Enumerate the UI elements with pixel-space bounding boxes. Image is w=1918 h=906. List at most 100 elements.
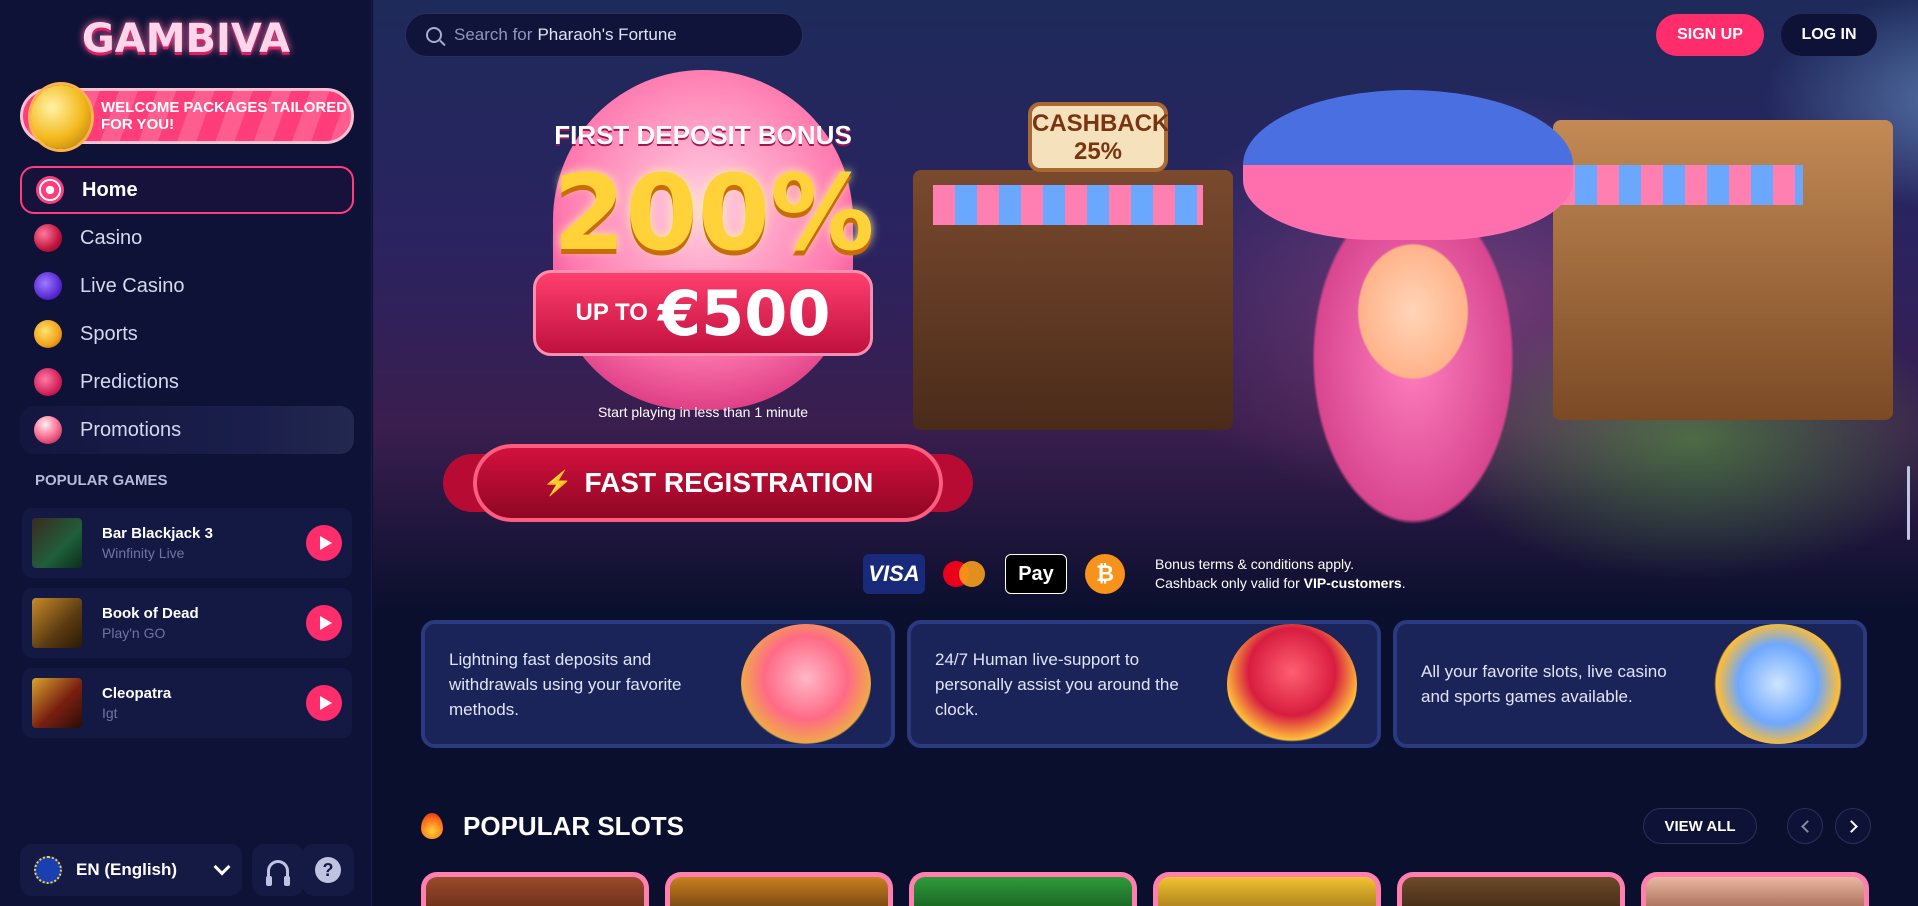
search-prefix: Search for (454, 25, 533, 44)
payment-methods: VISA Pay ₿ Bonus terms & conditions appl… (863, 554, 1406, 594)
nav-item-sports[interactable]: Sports (20, 310, 354, 358)
game-provider: Igt (102, 705, 118, 721)
nav-item-live-casino[interactable]: Live Casino (20, 262, 354, 310)
main-nav: Home Casino Live Casino Sports Predictio… (20, 166, 354, 454)
log-in-button[interactable]: LOG IN (1781, 14, 1877, 56)
bonus-subtext: Start playing in less than 1 minute (597, 404, 809, 420)
chevron-down-icon (213, 858, 231, 876)
nav-item-home[interactable]: Home (20, 166, 354, 214)
popular-slots-title: POPULAR SLOTS (463, 810, 685, 841)
nav-item-label: Live Casino (80, 274, 185, 297)
terms-line1: Bonus terms & conditions apply. (1155, 556, 1354, 572)
help-button[interactable]: ? (302, 844, 354, 896)
lightning-icon: ⚡ (542, 469, 573, 497)
bonus-terms-note: Bonus terms & conditions apply. Cashback… (1155, 555, 1406, 593)
bonus-ribbon: UP TO €500 (533, 270, 873, 356)
bonus-heading: FIRST DEPOSIT BONUS (554, 120, 852, 150)
scrollbar[interactable] (1907, 466, 1910, 540)
terms-line2: Cashback only valid for VIP-customers. (1155, 574, 1406, 593)
game-title: Book of Dead (102, 605, 199, 622)
next-button[interactable] (1835, 808, 1871, 844)
play-icon[interactable] (306, 685, 342, 721)
search-bar[interactable]: Search for (405, 13, 803, 57)
game-info: Bar Blackjack 3 Winfinity Live (102, 525, 306, 561)
nav-item-label: Home (82, 178, 138, 201)
headset-icon (266, 860, 290, 886)
search-icon (426, 27, 442, 43)
search-input[interactable] (537, 25, 758, 45)
game-title: Bar Blackjack 3 (102, 525, 213, 542)
terms-line2-prefix: Cashback only valid for (1155, 575, 1300, 591)
cashback-sign: CASHBACK 25% (1028, 102, 1170, 172)
cherry-icon (34, 224, 62, 252)
sidebar: GAMBIVA WELCOME PACKAGES TAILORED FOR YO… (0, 0, 372, 906)
language-selector[interactable]: EN (English) (20, 844, 242, 896)
game-provider: Winfinity Live (102, 545, 185, 561)
question-mark-icon: ? (315, 857, 341, 883)
visa-icon: VISA (863, 554, 925, 594)
slot-card[interactable] (1397, 872, 1625, 906)
cashback-sign-line1: CASHBACK (1032, 110, 1170, 137)
game-thumbnail (32, 678, 82, 728)
support-button[interactable] (252, 844, 304, 896)
welcome-banner-text: WELCOME PACKAGES TAILORED FOR YOU! (101, 99, 348, 133)
chevron-left-icon (1800, 819, 1814, 833)
feature-text: All your favorite slots, live casino and… (1421, 662, 1667, 706)
alarm-clock-icon (1227, 624, 1357, 744)
slot-card[interactable] (1153, 872, 1381, 906)
nav-item-casino[interactable]: Casino (20, 214, 354, 262)
popular-slots-header: POPULAR SLOTS VIEW ALL (421, 806, 1871, 846)
prev-button[interactable] (1787, 808, 1823, 844)
apple-pay-icon: Pay (1005, 554, 1067, 594)
popular-games-list: Bar Blackjack 3 Winfinity Live Book of D… (22, 508, 352, 748)
bonus-amount: €500 (657, 276, 831, 350)
bonus-upto: UP TO (575, 299, 648, 326)
vip-customers-text: VIP-customers (1303, 575, 1402, 591)
fast-registration-button[interactable]: ⚡ FAST REGISTRATION (473, 444, 943, 522)
welcome-packages-banner[interactable]: WELCOME PACKAGES TAILORED FOR YOU! (20, 85, 354, 149)
sign-up-button[interactable]: SIGN UP (1656, 14, 1764, 56)
feature-card-deposits: Lightning fast deposits and withdrawals … (421, 620, 895, 748)
feature-cards: Lightning fast deposits and withdrawals … (421, 620, 1871, 748)
list-item[interactable]: Cleopatra Igt (22, 668, 352, 738)
purple-candy-icon (34, 272, 62, 300)
bonus-percent: 200% (553, 152, 875, 274)
bonus-lollipop: FIRST DEPOSIT BONUS 200% UP TO €500 (533, 70, 875, 410)
eu-flag-icon (34, 856, 62, 884)
game-info: Cleopatra Igt (102, 685, 306, 721)
striped-awning (933, 185, 1203, 225)
medal-icon (34, 320, 62, 348)
app-root: GAMBIVA WELCOME PACKAGES TAILORED FOR YO… (0, 0, 1918, 906)
feature-text: Lightning fast deposits and withdrawals … (449, 649, 682, 719)
play-icon[interactable] (306, 525, 342, 561)
view-all-button[interactable]: VIEW ALL (1643, 808, 1757, 844)
nav-item-label: Casino (80, 226, 143, 249)
apple-pay-label: Pay (1018, 562, 1054, 585)
list-item[interactable]: Book of Dead Play'n GO (22, 588, 352, 658)
play-icon[interactable] (306, 605, 342, 641)
language-label: EN (English) (76, 860, 178, 879)
cake-icon (741, 624, 871, 744)
slot-card[interactable] (909, 872, 1137, 906)
slot-card[interactable] (665, 872, 893, 906)
swirl-candy-icon (36, 176, 64, 204)
game-thumbnail (32, 518, 82, 568)
chevron-right-icon (1844, 819, 1858, 833)
cashback-sign-line2: 25% (1073, 138, 1123, 165)
slot-card[interactable] (421, 872, 649, 906)
mastercard-icon (943, 554, 987, 594)
nav-item-promotions[interactable]: Promotions (20, 406, 354, 454)
candy-jar-icon (1713, 624, 1843, 744)
gold-coin-icon (31, 85, 91, 149)
game-provider: Play'n GO (102, 625, 166, 641)
striped-awning (1553, 165, 1803, 205)
nav-item-label: Sports (80, 322, 138, 345)
slot-card[interactable] (1641, 872, 1869, 906)
gambiva-logo[interactable]: GAMBIVA (82, 14, 290, 64)
game-thumbnail (32, 598, 82, 648)
terms-line2-suffix: . (1401, 575, 1406, 591)
nav-item-predictions[interactable]: Predictions (20, 358, 354, 406)
list-item[interactable]: Bar Blackjack 3 Winfinity Live (22, 508, 352, 578)
game-title: Cleopatra (102, 685, 172, 702)
fire-icon (421, 813, 443, 839)
